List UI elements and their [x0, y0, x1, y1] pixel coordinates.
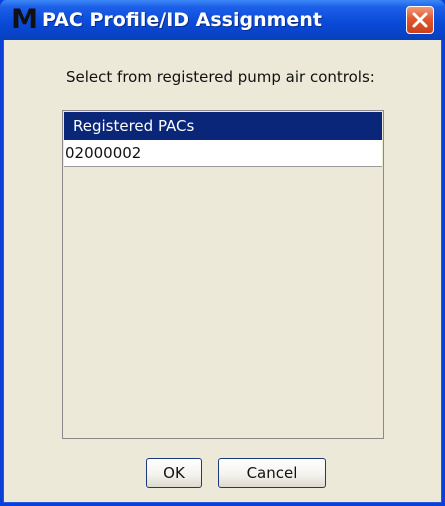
close-icon [412, 12, 428, 28]
list-item[interactable]: 02000002 [64, 140, 382, 167]
list-header: Registered PACs [64, 112, 382, 140]
ok-button[interactable]: OK [146, 458, 202, 488]
registered-pacs-list[interactable]: Registered PACs 02000002 [62, 110, 384, 439]
app-logo-icon: M [11, 4, 38, 35]
instruction-label: Select from registered pump air controls… [66, 68, 375, 86]
close-button[interactable] [406, 6, 434, 34]
title-bar[interactable]: M PAC Profile/ID Assignment [0, 0, 445, 40]
cancel-button[interactable]: Cancel [218, 458, 326, 488]
window-title: PAC Profile/ID Assignment [42, 9, 322, 31]
